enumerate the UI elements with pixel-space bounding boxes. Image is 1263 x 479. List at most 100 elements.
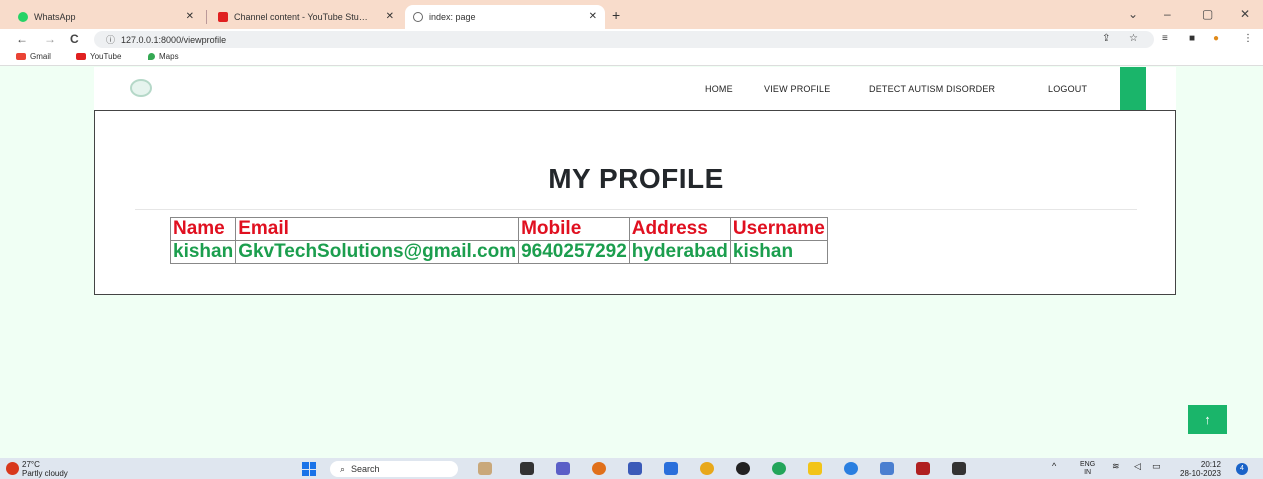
- cell-mobile: 9640257292: [518, 240, 630, 264]
- close-tab-icon[interactable]: ✕: [186, 11, 194, 22]
- app-icon[interactable]: [520, 462, 534, 475]
- header-mobile: Mobile: [518, 217, 630, 241]
- tab-index-page[interactable]: index: page ✕: [405, 5, 605, 29]
- nav-detect-autism[interactable]: DETECT AUTISM DISORDER: [869, 84, 995, 94]
- terminal-icon[interactable]: [952, 462, 966, 475]
- close-window-button[interactable]: ✕: [1240, 7, 1250, 21]
- gmail-icon: [16, 53, 26, 60]
- reload-button[interactable]: C: [70, 32, 79, 46]
- nav-logout[interactable]: LOGOUT: [1048, 84, 1087, 94]
- share-icon[interactable]: ⇪: [1102, 33, 1110, 44]
- site-logo[interactable]: [130, 79, 152, 97]
- maximize-button[interactable]: ▢: [1202, 7, 1213, 21]
- divider: [135, 209, 1137, 210]
- system-clock[interactable]: 20:12 28-10-2023: [1180, 460, 1221, 478]
- page-title: MY PROFILE: [548, 163, 724, 194]
- tab-title: WhatsApp: [34, 12, 76, 22]
- app-icon[interactable]: [916, 462, 930, 475]
- extension-icon[interactable]: ●: [1213, 33, 1219, 44]
- header-email: Email: [235, 217, 520, 241]
- tab-separator: [206, 10, 207, 24]
- cell-name: kishan: [169, 240, 237, 264]
- header-name: Name: [169, 217, 237, 241]
- clock-date: 28-10-2023: [1180, 469, 1221, 478]
- menu-icon[interactable]: ⋮: [1243, 33, 1253, 44]
- bookmark-gmail[interactable]: Gmail: [16, 52, 51, 61]
- bookmark-label: Gmail: [30, 52, 51, 61]
- bookmark-maps[interactable]: Maps: [148, 52, 179, 61]
- table-header-row: Name Email Mobile Address Username: [169, 217, 828, 241]
- site-navbar: HOME VIEW PROFILE DETECT AUTISM DISORDER…: [94, 67, 1176, 110]
- weather-desc: Partly cloudy: [22, 469, 68, 478]
- search-label: Search: [351, 464, 380, 474]
- search-app-icon[interactable]: [592, 462, 606, 475]
- bookmark-youtube[interactable]: YouTube: [76, 52, 121, 61]
- app-icon[interactable]: [628, 462, 642, 475]
- maps-icon: [148, 53, 155, 60]
- bookmarks-bar: Gmail YouTube Maps: [0, 50, 1263, 66]
- youtube-icon: [218, 12, 228, 22]
- chevron-up-icon[interactable]: ^: [1052, 461, 1056, 471]
- tab-title: Channel content - YouTube Stu…: [234, 12, 368, 22]
- tab-youtube-studio[interactable]: Channel content - YouTube Stu… ✕: [210, 5, 402, 29]
- weather-icon[interactable]: [6, 462, 19, 475]
- app-icon[interactable]: [736, 462, 750, 475]
- lang-secondary: IN: [1084, 469, 1092, 476]
- back-button[interactable]: ←: [16, 32, 28, 46]
- file-explorer-icon[interactable]: [808, 462, 822, 475]
- site-info-icon[interactable]: ⓘ: [106, 33, 115, 46]
- app-icon[interactable]: [478, 462, 492, 475]
- clock-time: 20:12: [1200, 460, 1221, 469]
- tab-title: index: page: [429, 12, 476, 22]
- app-icon[interactable]: [880, 462, 894, 475]
- side-panel-icon[interactable]: ■: [1189, 33, 1195, 44]
- wifi-icon[interactable]: ≋: [1112, 461, 1120, 472]
- reading-list-icon[interactable]: ≡: [1162, 33, 1168, 44]
- nav-accent-bar: [1120, 67, 1146, 110]
- url-text: 127.0.0.1:8000/viewprofile: [121, 34, 227, 45]
- search-icon: ⌕: [340, 463, 346, 474]
- tab-whatsapp[interactable]: WhatsApp ✕: [10, 5, 202, 29]
- weather-temp: 27°C: [22, 460, 40, 469]
- profile-table: Name Email Mobile Address Username kisha…: [169, 217, 828, 264]
- cell-username: kishan: [729, 240, 828, 264]
- profile-card: MY PROFILE Name Email Mobile Address Use…: [94, 110, 1176, 295]
- back-to-top-button[interactable]: ↑: [1188, 405, 1227, 434]
- bookmark-label: YouTube: [90, 52, 122, 61]
- lang-primary: ENG: [1080, 461, 1096, 468]
- chrome-icon[interactable]: [700, 462, 714, 475]
- edge-icon[interactable]: [772, 462, 786, 475]
- new-tab-button[interactable]: +: [612, 7, 620, 23]
- app-icon[interactable]: [664, 462, 678, 475]
- language-indicator[interactable]: ENG IN: [1080, 461, 1095, 477]
- whatsapp-icon: [18, 12, 28, 22]
- chrome-active-icon[interactable]: [844, 462, 858, 475]
- cell-email: GkvTechSolutions@gmail.com: [235, 240, 520, 264]
- nav-view-profile[interactable]: VIEW PROFILE: [764, 84, 830, 94]
- notification-badge[interactable]: 4: [1236, 463, 1248, 475]
- windows-start-icon[interactable]: [302, 462, 316, 476]
- forward-button[interactable]: →: [44, 32, 56, 46]
- windows-taskbar: 27°C Partly cloudy ⌕ Search ^ ENG IN ≋ ◁…: [0, 458, 1263, 479]
- weather-widget[interactable]: 27°C Partly cloudy: [22, 460, 68, 478]
- table-row: kishan GkvTechSolutions@gmail.com 964025…: [169, 240, 828, 264]
- minimize-button[interactable]: –: [1164, 7, 1171, 21]
- battery-icon[interactable]: ▭: [1152, 461, 1161, 472]
- globe-icon: [413, 12, 423, 22]
- header-username: Username: [729, 217, 828, 241]
- teams-icon[interactable]: [556, 462, 570, 475]
- address-bar[interactable]: ⓘ 127.0.0.1:8000/viewprofile: [94, 31, 1154, 48]
- volume-icon[interactable]: ◁: [1134, 461, 1141, 472]
- close-tab-icon[interactable]: ✕: [386, 11, 394, 22]
- close-tab-icon[interactable]: ✕: [589, 11, 597, 22]
- browser-toolbar: ← → C ⓘ 127.0.0.1:8000/viewprofile ⇪ ☆ ≡…: [0, 29, 1263, 50]
- bookmark-star-icon[interactable]: ☆: [1129, 33, 1138, 44]
- youtube-icon: [76, 53, 86, 60]
- nav-home[interactable]: HOME: [705, 84, 733, 94]
- header-address: Address: [628, 217, 731, 241]
- cell-address: hyderabad: [628, 240, 731, 264]
- taskbar-search[interactable]: ⌕ Search: [330, 461, 458, 477]
- bookmark-label: Maps: [159, 52, 179, 61]
- chevron-down-icon[interactable]: ⌄: [1128, 7, 1138, 21]
- browser-tab-bar: WhatsApp ✕ Channel content - YouTube Stu…: [0, 0, 1263, 29]
